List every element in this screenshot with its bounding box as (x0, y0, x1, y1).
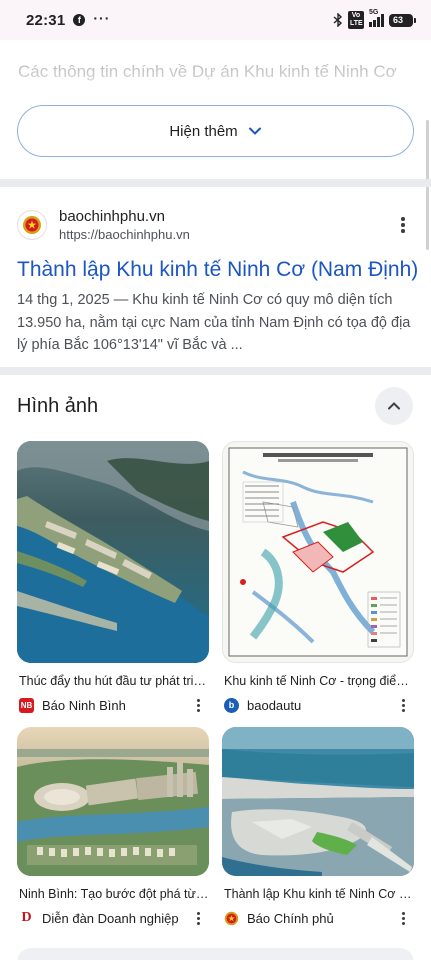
result-title-link[interactable]: Thành lập Khu kinh tế Ninh Cơ (Nam Định) (17, 255, 418, 285)
image-source-name: Báo Ninh Bình (42, 697, 126, 713)
image-thumbnail[interactable] (17, 727, 209, 876)
site-name: baochinhphu.vn (59, 207, 165, 225)
result-snippet: 14 thg 1, 2025 — Khu kinh tế Ninh Cơ có … (17, 292, 411, 353)
image-caption[interactable]: Thành lập Khu kinh tế Ninh Cơ (Nam Định) (222, 887, 414, 901)
battery-level: 63 (393, 15, 404, 25)
image-options-icon[interactable] (193, 909, 203, 927)
site-url: https://baochinhphu.vn (59, 226, 190, 242)
image-result-card[interactable]: Thúc đẩy thu hút đầu tư phát triển Khu k… (17, 441, 209, 714)
signal-icon: 5G (369, 9, 384, 27)
coastal-masterplan-image (222, 727, 414, 876)
planning-map-image (228, 447, 408, 657)
section-divider (0, 179, 431, 187)
image-result-card[interactable]: Thành lập Khu kinh tế Ninh Cơ (Nam Định)… (222, 727, 414, 927)
images-section-header: Hình ảnh (17, 387, 415, 425)
image-caption[interactable]: Khu kinh tế Ninh Cơ - trọng điểm phát tr… (222, 674, 414, 688)
image-thumbnail[interactable] (17, 441, 209, 663)
dien-dan-doanh-nghiep-logo-icon: D (19, 910, 34, 926)
image-caption[interactable]: Thúc đẩy thu hút đầu tư phát triển Khu k… (17, 674, 209, 688)
image-source-name: baodautu (247, 697, 302, 713)
show-more-label: Hiện thêm (169, 122, 238, 140)
image-source[interactable]: Báo Chính phủ (222, 909, 414, 927)
show-more-button[interactable]: Hiện thêm (17, 105, 414, 157)
result-options-icon[interactable] (395, 215, 411, 235)
faded-section-heading: Các thông tin chính về Dự án Khu kinh tế… (18, 62, 397, 81)
image-options-icon[interactable] (398, 696, 408, 714)
image-thumbnail[interactable] (222, 727, 414, 876)
status-bar: 22:31 f ··· Vo LTE 5G 63 (0, 0, 431, 40)
national-emblem-icon (23, 216, 41, 234)
site-favicon (17, 210, 47, 240)
image-options-icon[interactable] (193, 696, 203, 714)
collapse-images-button[interactable] (375, 387, 413, 425)
next-section-card (17, 948, 414, 960)
image-result-card[interactable]: Ninh Bình: Tạo bước đột phá từ Khu kinh … (17, 727, 209, 927)
urban-rendering-image (17, 727, 209, 876)
network-type: 5G (369, 9, 379, 16)
bao-ninh-binh-logo-icon: NB (19, 697, 34, 713)
section-divider (0, 367, 431, 375)
result-site-row[interactable]: baochinhphu.vn https://baochinhphu.vn (17, 205, 415, 245)
image-options-icon[interactable] (398, 909, 408, 927)
bao-chinh-phu-emblem-icon (224, 911, 239, 926)
facebook-notification-icon: f (73, 14, 86, 26)
bluetooth-icon (333, 13, 343, 27)
image-source[interactable]: NB Báo Ninh Bình (17, 696, 209, 714)
image-source-name: Diễn đàn Doanh nghiệp (42, 910, 179, 926)
image-source[interactable]: b baodautu (222, 696, 414, 714)
battery-icon: 63 (389, 13, 416, 27)
aerial-coast-image (17, 441, 209, 663)
image-thumbnail[interactable] (222, 441, 414, 663)
more-notifications-icon: ··· (93, 10, 111, 26)
images-section-title: Hình ảnh (17, 394, 99, 417)
baodautu-logo-icon: b (224, 697, 239, 713)
image-source-name: Báo Chính phủ (247, 910, 334, 926)
image-source[interactable]: D Diễn đàn Doanh nghiệp (17, 909, 209, 927)
image-result-card[interactable]: Khu kinh tế Ninh Cơ - trọng điểm phát tr… (222, 441, 414, 714)
chevron-up-icon (388, 402, 400, 410)
image-caption[interactable]: Ninh Bình: Tạo bước đột phá từ Khu kinh … (17, 887, 209, 901)
status-time: 22:31 (26, 11, 66, 29)
volte-icon: Vo LTE (348, 11, 364, 29)
chevron-down-icon (248, 127, 261, 135)
